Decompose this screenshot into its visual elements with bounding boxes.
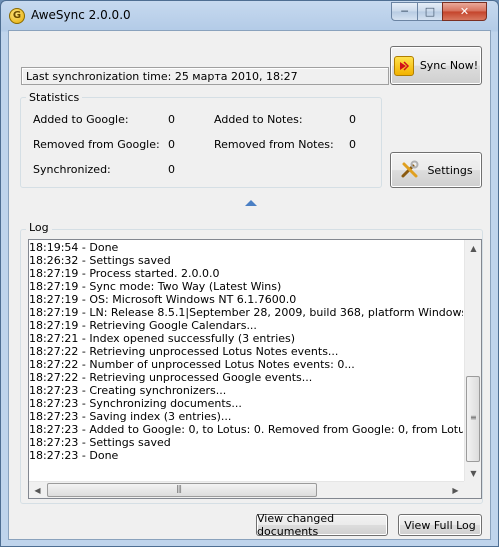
stat-label-removed-notes: Removed from Notes:	[214, 138, 334, 151]
settings-button[interactable]: Settings	[390, 152, 482, 188]
panel-splitter[interactable]	[19, 198, 483, 208]
log-line: 18:27:19 - Retrieving Google Calendars..…	[29, 319, 257, 332]
stat-label-added-google: Added to Google:	[33, 113, 129, 126]
grip-icon: |||	[176, 484, 182, 493]
stat-value-removed-google: 0	[168, 138, 175, 151]
log-line: 18:26:32 - Settings saved	[29, 254, 171, 267]
settings-label: Settings	[427, 163, 473, 177]
app-logo-icon: G	[9, 8, 25, 24]
scroll-right-icon[interactable]: ▶	[447, 482, 464, 498]
stat-label-added-notes: Added to Notes:	[214, 113, 303, 126]
view-full-log-button[interactable]: View Full Log	[398, 514, 482, 536]
scroll-down-icon[interactable]: ▼	[465, 465, 481, 482]
stat-value-added-notes: 0	[349, 113, 356, 126]
log-line: 18:27:23 - Saving index (3 entries)...	[29, 410, 232, 423]
scroll-up-icon[interactable]: ▲	[465, 240, 481, 257]
log-line: 18:27:23 - Done	[29, 449, 119, 462]
sync-now-label: Sync Now!	[419, 59, 479, 72]
title-bar[interactable]: G AweSync 2.0.0.0 ─ □ ✕	[1, 1, 498, 30]
vertical-scrollbar[interactable]: ▲ ≡ ▼	[464, 240, 481, 482]
view-changed-documents-label: View changed documents	[257, 512, 335, 538]
scroll-left-icon[interactable]: ◀	[29, 482, 46, 498]
statistics-heading: Statistics	[26, 91, 83, 104]
log-line: 18:27:23 - Added to Google: 0, to Lotus:…	[29, 423, 463, 436]
log-line: 18:27:22 - Retrieving unprocessed Google…	[29, 371, 313, 384]
log-lines: 18:19:54 - Done 18:26:32 - Settings saved…	[29, 241, 463, 482]
triangle-up-icon[interactable]	[245, 200, 257, 206]
log-line: 18:27:22 - Number of unprocessed Lotus N…	[29, 358, 355, 371]
log-line: 18:27:19 - LN: Release 8.5.1|September 2…	[29, 306, 463, 319]
stat-value-removed-notes: 0	[349, 138, 356, 151]
window-title: AweSync 2.0.0.0	[31, 8, 131, 22]
app-window: G AweSync 2.0.0.0 ─ □ ✕ Last synchroniza…	[0, 0, 499, 547]
grip-icon: ≡	[470, 413, 477, 422]
sync-now-button[interactable]: Sync Now!	[390, 46, 482, 85]
log-listbox[interactable]: 18:19:54 - Done 18:26:32 - Settings saved…	[28, 239, 482, 499]
horizontal-scroll-thumb[interactable]: |||	[47, 483, 317, 497]
scroll-corner	[464, 481, 481, 498]
close-button[interactable]: ✕	[442, 2, 487, 21]
horizontal-scrollbar[interactable]: ◀ ||| ▶	[29, 481, 464, 498]
last-sync-status: Last synchronization time: 25 марта 2010…	[21, 67, 389, 85]
log-line: 18:27:21 - Index opened successfully (3 …	[29, 332, 296, 345]
stat-value-synchronized: 0	[168, 163, 175, 176]
view-full-log-label: View Full Log	[404, 518, 476, 532]
vertical-scroll-thumb[interactable]: ≡	[466, 376, 480, 462]
log-heading: Log	[26, 221, 52, 234]
main-panel: Last synchronization time: 25 марта 2010…	[8, 30, 491, 540]
log-line: 18:27:19 - Sync mode: Two Way (Latest Wi…	[29, 280, 282, 293]
log-line: 18:27:23 - Settings saved	[29, 436, 171, 449]
stat-value-added-google: 0	[168, 113, 175, 126]
log-line: 18:27:22 - Retrieving unprocessed Lotus …	[29, 345, 339, 358]
view-changed-documents-button[interactable]: View changed documents	[256, 512, 388, 538]
sync-arrow-icon	[393, 55, 414, 76]
log-line: 18:27:19 - OS: Microsoft Windows NT 6.1.…	[29, 293, 297, 306]
maximize-button[interactable]: □	[417, 2, 443, 21]
log-line: 18:27:23 - Creating synchronizers...	[29, 384, 227, 397]
stat-label-synchronized: Synchronized:	[33, 163, 111, 176]
tools-icon	[399, 159, 421, 181]
stat-label-removed-google: Removed from Google:	[33, 138, 160, 151]
log-line: 18:27:19 - Process started. 2.0.0.0	[29, 267, 220, 280]
log-line: 18:19:54 - Done	[29, 241, 119, 254]
minimize-button[interactable]: ─	[391, 2, 418, 21]
log-line: 18:27:23 - Synchronizing documents...	[29, 397, 242, 410]
